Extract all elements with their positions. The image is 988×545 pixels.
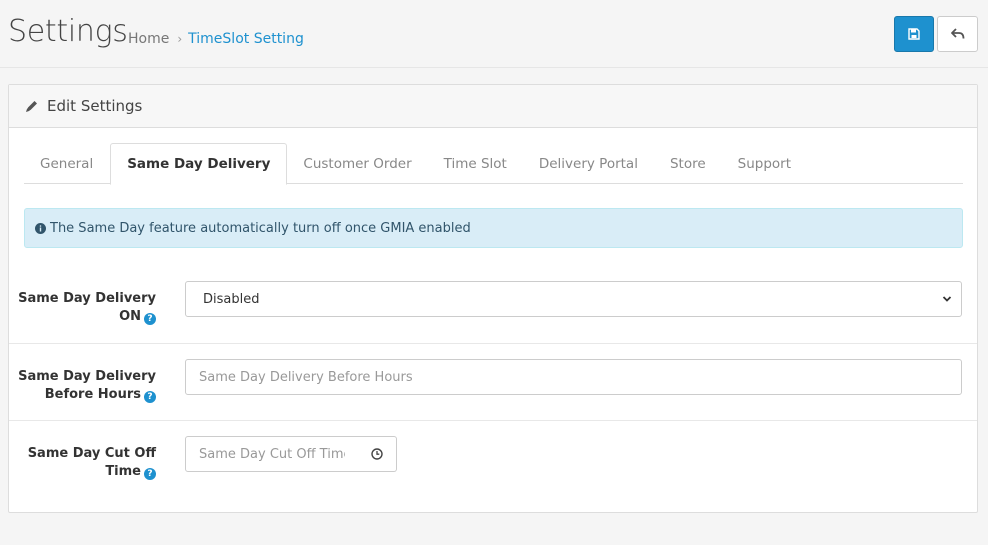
sdd-on-select[interactable]: Disabled — [185, 281, 962, 317]
sdd-cutoff-label: Same Day Cut Off Time? — [9, 445, 156, 481]
sdd-before-hours-label-line1: Same Day Delivery — [18, 369, 156, 384]
panel-heading-text: Edit Settings — [47, 97, 143, 115]
sdd-on-label: Same Day Delivery ON? — [9, 290, 156, 326]
sdd-before-hours-label: Same Day Delivery Before Hours? — [9, 368, 156, 404]
help-icon[interactable]: ? — [144, 391, 156, 403]
time-picker-button[interactable] — [358, 436, 397, 472]
page-header: Settings Home › TimeSlot Setting — [0, 0, 988, 68]
save-button[interactable] — [894, 16, 934, 52]
sdd-on-label-line1: Same Day Delivery — [18, 291, 156, 306]
sdd-cutoff-input[interactable] — [185, 436, 359, 472]
back-button[interactable] — [937, 16, 978, 52]
reply-arrow-icon — [950, 28, 964, 39]
breadcrumb: Home › TimeSlot Setting — [128, 31, 304, 47]
page-title: Settings — [8, 14, 128, 49]
form-row-sdd-before-hours: Same Day Delivery Before Hours? — [9, 343, 977, 420]
tab-store[interactable]: Store — [654, 143, 722, 184]
clock-icon — [371, 448, 383, 460]
floppy-disk-icon — [908, 28, 920, 40]
sdd-before-hours-input[interactable] — [185, 359, 962, 395]
form-row-sdd-cutoff: Same Day Cut Off Time? — [9, 420, 977, 498]
sdd-on-label-line2: ON — [119, 309, 141, 324]
form-row-sdd-on: Same Day Delivery ON? Disabled — [9, 265, 977, 343]
sdd-on-select-value: Disabled — [203, 291, 260, 307]
tab-time-slot[interactable]: Time Slot — [428, 143, 523, 184]
help-icon[interactable]: ? — [144, 313, 156, 325]
header-actions — [894, 16, 978, 52]
info-alert: The Same Day feature automatically turn … — [24, 208, 963, 248]
breadcrumb-separator: › — [177, 32, 183, 46]
sdd-cutoff-label-line1: Same Day Cut Off — [27, 446, 156, 461]
tab-general[interactable]: General — [24, 143, 109, 184]
breadcrumb-home[interactable]: Home — [128, 31, 169, 47]
settings-tabs: General Same Day Delivery Customer Order… — [24, 143, 963, 185]
tab-customer-order[interactable]: Customer Order — [287, 143, 427, 184]
tab-same-day-delivery[interactable]: Same Day Delivery — [110, 143, 288, 185]
panel-heading: Edit Settings — [9, 85, 977, 128]
tab-support[interactable]: Support — [722, 143, 807, 184]
info-circle-icon — [35, 222, 46, 234]
sdd-before-hours-label-line2: Before Hours — [44, 387, 141, 402]
sdd-cutoff-label-line2: Time — [105, 464, 141, 479]
tab-delivery-portal[interactable]: Delivery Portal — [523, 143, 654, 184]
pencil-icon — [25, 100, 38, 113]
edit-settings-panel: Edit Settings General Same Day Delivery … — [8, 84, 978, 513]
breadcrumb-current[interactable]: TimeSlot Setting — [188, 31, 304, 47]
chevron-down-icon — [942, 296, 952, 302]
alert-text: The Same Day feature automatically turn … — [50, 220, 471, 236]
help-icon[interactable]: ? — [144, 468, 156, 480]
